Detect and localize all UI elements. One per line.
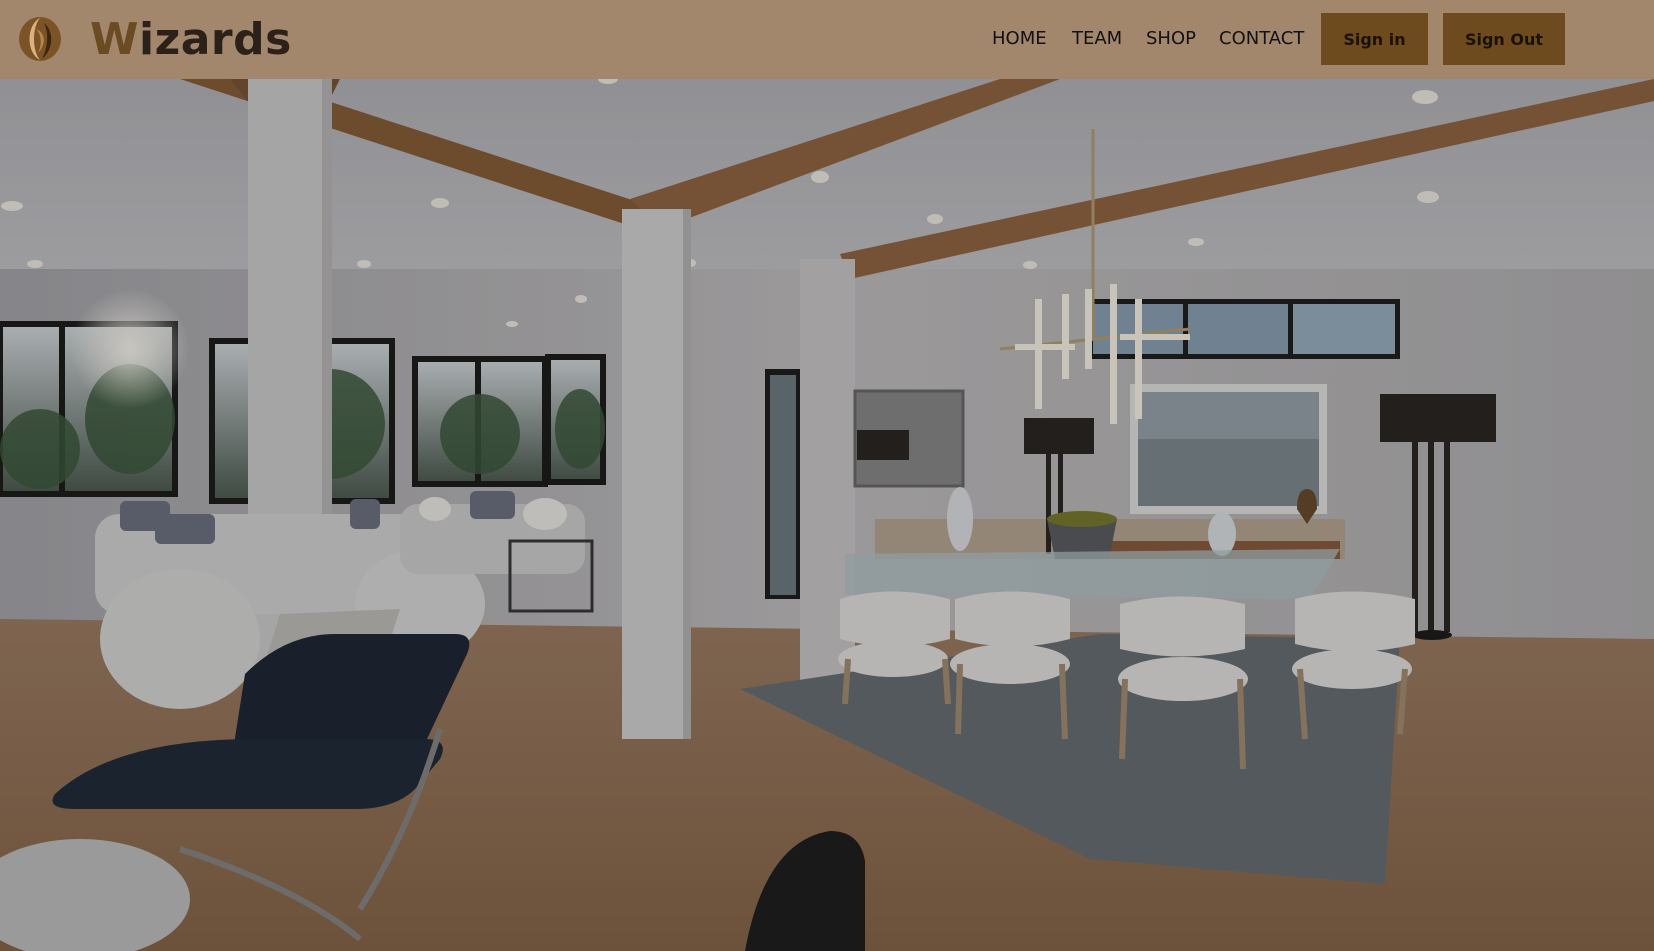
brand-initial: W (90, 14, 140, 65)
nav-contact[interactable]: CONTACT (1219, 22, 1304, 56)
nav-home[interactable]: HOME (992, 22, 1047, 56)
page: Wizards HOME TEAM SHOP CONTACT Sign in S… (0, 0, 1654, 951)
brand-rest: izards (139, 14, 292, 65)
hero-image (0, 79, 1654, 951)
logo-icon[interactable] (18, 15, 63, 63)
sign-in-button[interactable]: Sign in (1321, 13, 1428, 65)
nav-shop[interactable]: SHOP (1146, 22, 1196, 56)
sign-out-button[interactable]: Sign Out (1443, 13, 1565, 65)
brand-name[interactable]: Wizards (90, 10, 292, 70)
site-header: Wizards HOME TEAM SHOP CONTACT Sign in S… (0, 0, 1654, 79)
nav-team[interactable]: TEAM (1072, 22, 1122, 56)
interior-photo-icon (0, 79, 1654, 951)
